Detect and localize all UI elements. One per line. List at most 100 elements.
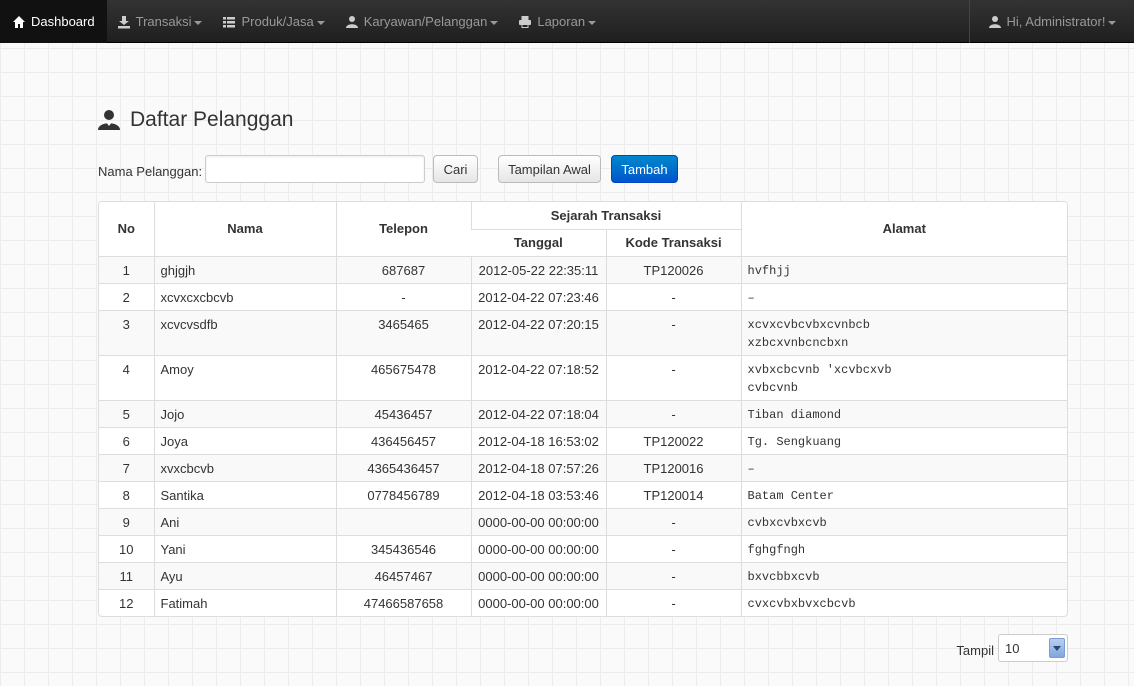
cell-tanggal: 0000-00-00 00:00:00 [470,534,606,562]
header-no: No [99,202,154,256]
alamat-line: – [747,290,755,305]
nav-dashboard-label: Dashboard [31,14,95,29]
table-row: 9 Ani 0000-00-00 00:00:00- cvbxcvbxcvb [99,507,1067,535]
nav-karyawan-label: Karyawan/Pelanggan [363,14,488,29]
user-greeting: Hi, Administrator! [1006,14,1106,29]
nav-produk-label: Produk/Jasa [241,14,314,29]
cell-nama: Ani [153,507,336,535]
cell-nama: xvxcbcvb [153,453,336,481]
cell-no: 7 [99,453,154,481]
cell-nama: Fatimah [153,588,336,616]
nav-produk[interactable]: Produk/Jasa [212,0,334,43]
table-row: 10 Yani 345436546 0000-00-00 00:00:00- fghgf… [99,534,1067,562]
cell-no: 11 [99,561,154,589]
cell-nama: ghjgjh [153,255,336,283]
cell-tanggal: 0000-00-00 00:00:00 [470,507,606,535]
home-icon [12,15,26,29]
cell-alamat: cvxcvbxbvxcbcvb [740,588,1067,616]
nav-transaksi[interactable]: Transaksi [107,0,213,43]
user-silhouette-icon [97,108,121,132]
cell-kode-transaksi: - [605,588,742,616]
user-icon [345,15,359,29]
cell-alamat: xvbxcbcvnb 'xcvbcxvb cvbcvnb [740,354,1067,400]
table-row: 1 ghjgjh 687687 2012-05-22 22:35:11 TP120026… [99,255,1067,283]
cell-kode-transaksi: - [605,309,742,355]
nav-dashboard[interactable]: Dashboard [0,0,107,43]
table-row: 3 xcvcvsdfb 3465465 2012-04-22 07:20:15- xcv… [99,309,1067,355]
cell-kode-transaksi: TP120016 [605,453,742,481]
cell-no: 5 [99,399,154,427]
chevron-down-icon [194,20,203,25]
cell-alamat: – [740,282,1067,310]
nav-transaksi-label: Transaksi [135,14,192,29]
page-size-control: Tampil 10 [956,634,1068,662]
page-size-select[interactable]: 10 [998,634,1068,662]
cell-telepon: - [335,282,471,310]
cell-no: 9 [99,507,154,535]
alamat-line: xcvxcvbcvbxcvnbcb [747,317,870,332]
user-menu: Hi, Administrator! [969,0,1134,43]
nav-karyawan[interactable]: Karyawan/Pelanggan [335,0,509,43]
reset-view-button[interactable]: Tampilan Awal [498,155,601,183]
cell-nama: Joya [153,426,336,454]
user-icon [988,15,1002,29]
cell-kode-transaksi: - [605,534,742,562]
cell-no: 3 [99,309,154,355]
nav-laporan-label: Laporan [537,14,586,29]
cell-kode-transaksi: - [605,399,742,427]
search-label: Nama Pelanggan: [98,164,203,179]
alamat-line: Batam Center [747,488,834,503]
cell-tanggal: 2012-04-18 03:53:46 [470,480,606,508]
cell-alamat: hvfhjj [740,255,1067,283]
cell-alamat: Tiban diamond [740,399,1067,427]
print-icon [518,15,532,29]
cell-tanggal: 0000-00-00 00:00:00 [470,561,606,589]
page-size-label: Tampil [956,642,994,658]
table-row: 2 xcvxcxcbcvb -2012-04-22 07:23:46- – [99,282,1067,310]
cell-no: 4 [99,354,154,400]
cell-tanggal: 0000-00-00 00:00:00 [470,588,606,616]
cell-telepon: 465675478 [335,354,471,400]
table-row: 12 Fatimah 47466587658 0000-00-00 00:00:00-… [99,588,1067,616]
cell-kode-transaksi: - [605,282,742,310]
cell-tanggal: 2012-04-22 07:20:15 [470,309,606,355]
page-header: Daftar Pelanggan [97,104,293,136]
cell-tanggal: 2012-05-22 22:35:11 [470,255,606,283]
cell-tanggal: 2012-04-18 07:57:26 [470,453,606,481]
header-tanggal: Tanggal [471,228,606,256]
cell-no: 10 [99,534,154,562]
chevron-down-icon [490,20,499,25]
search-input[interactable] [205,155,425,183]
table-row: 7 xvxcbcvb 4365436457 2012-04-18 07:57:26 TP… [99,453,1067,481]
cell-alamat: xcvxcvbcvbxcvnbcb xzbcxvnbcncbxn [740,309,1067,355]
header-sejarah-transaksi: Sejarah Transaksi [470,202,742,229]
cell-kode-transaksi: TP120014 [605,480,742,508]
cell-kode-transaksi: - [605,354,742,400]
search-bar: Nama Pelanggan: Cari Tampilan Awal Tamba… [98,155,698,183]
chevron-down-icon [316,20,325,25]
download-icon [117,15,131,29]
nav-laporan[interactable]: Laporan [508,0,606,43]
cell-nama: xcvcvsdfb [153,309,336,355]
alamat-line: xvbxcbcvnb 'xcvbcxvb [747,362,892,377]
cell-alamat: – [740,453,1067,481]
header-nama: Nama [153,202,336,256]
alamat-line: cvbxcvbxcvb [747,515,827,530]
top-navbar: Dashboard Transaksi Produk/Jasa Karyawan… [0,0,1134,43]
alamat-line: cvxcvbxbvxcbcvb [747,596,856,611]
list-icon [222,15,236,29]
chevron-down-icon [1108,20,1117,25]
cell-nama: Ayu [153,561,336,589]
alamat-line: bxvcbbxcvb [747,569,820,584]
cell-telepon: 4365436457 [335,453,471,481]
chevron-down-icon [588,20,597,25]
add-customer-button[interactable]: Tambah [611,155,678,183]
cell-nama: Santika [153,480,336,508]
cell-nama: Amoy [153,354,336,400]
cell-telepon: 46457467 [335,561,471,589]
search-button[interactable]: Cari [433,155,478,183]
table-row: 5 Jojo 45436457 2012-04-22 07:18:04- Tiban d… [99,399,1067,427]
nav-menu: Dashboard Transaksi Produk/Jasa Karyawan… [0,0,606,43]
cell-telepon: 0778456789 [335,480,471,508]
user-dropdown[interactable]: Hi, Administrator! [982,0,1123,43]
